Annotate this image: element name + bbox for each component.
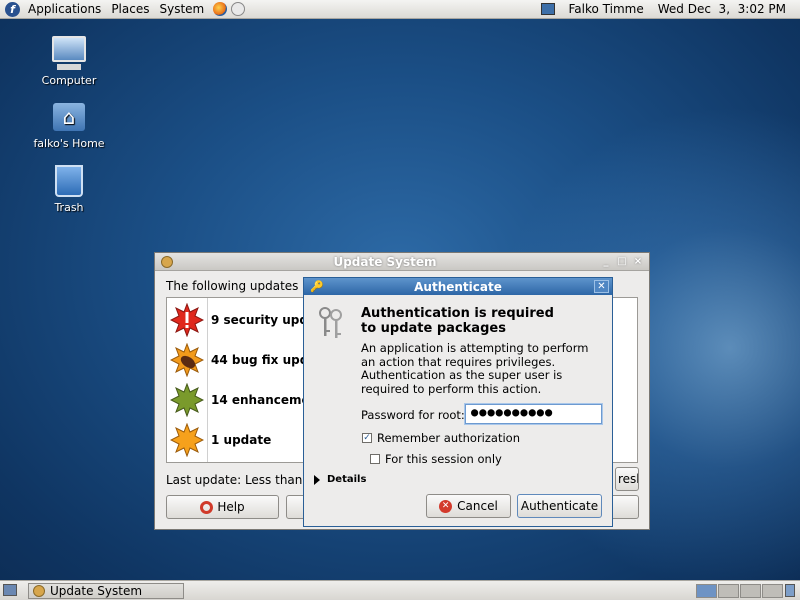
user-switcher[interactable]: Falko Timme [569, 2, 644, 16]
password-field[interactable]: ●●●●●●●●●● [465, 404, 602, 424]
password-label: Password for root: [361, 408, 465, 422]
dialog-title: Authenticate [414, 279, 502, 294]
refresh-button[interactable]: resh [615, 467, 639, 491]
update-app-icon [161, 255, 173, 268]
session-label: For this session only [385, 452, 502, 466]
details-label: Details [327, 474, 367, 485]
desktop-icon-label: Computer [41, 74, 97, 87]
workspace-2[interactable] [718, 584, 739, 598]
security-update-icon [167, 300, 207, 340]
network-monitor-icon[interactable] [540, 3, 555, 15]
auth-heading-line2: to update packages [361, 321, 506, 336]
details-expander[interactable]: Details [314, 474, 366, 485]
workspace-switcher[interactable] [696, 584, 784, 598]
desktop-icon-trash[interactable]: Trash [24, 165, 114, 214]
bottom-panel: Update System [0, 580, 800, 600]
close-icon[interactable]: × [631, 256, 645, 268]
close-icon[interactable]: ✕ [594, 280, 609, 293]
keys-icon [319, 307, 342, 338]
firefox-launcher-icon[interactable] [213, 2, 228, 16]
maximize-icon[interactable]: □ [615, 256, 629, 268]
update-label: 1 update [211, 433, 272, 447]
help-button[interactable]: Help [166, 495, 279, 519]
computer-icon [52, 36, 86, 62]
remember-authorization-checkbox[interactable]: ✓ Remember authorization [362, 431, 520, 445]
fedora-logo-icon[interactable]: f [5, 1, 20, 17]
bugfix-update-icon [167, 340, 207, 380]
minimize-icon[interactable]: _ [599, 256, 613, 268]
lifebuoy-icon [200, 500, 214, 514]
menu-system[interactable]: System [154, 2, 209, 16]
menu-places[interactable]: Places [106, 2, 154, 16]
clock[interactable]: Wed Dec 3, 3:02 PM [658, 2, 786, 16]
window-title: Update System [333, 254, 437, 269]
checkbox-checked-icon: ✓ [362, 433, 372, 443]
desktop-icon-home[interactable]: falko's Home [24, 103, 114, 150]
key-icon: 🔑 [310, 280, 324, 293]
computer-stand [57, 64, 81, 70]
authenticate-dialog: 🔑 Authenticate ✕ Authentication is requi… [303, 277, 613, 527]
last-update-text: Last update: Less than an [166, 473, 322, 487]
session-only-checkbox[interactable]: For this session only [370, 452, 502, 466]
workspace-3[interactable] [740, 584, 761, 598]
trash-icon [55, 165, 83, 197]
cancel-icon: ✕ [439, 499, 453, 513]
expander-arrow-icon [314, 474, 320, 485]
auth-description: An application is attempting to perform … [361, 341, 589, 396]
checkbox-unchecked-icon [370, 454, 380, 464]
auth-heading: Authentication is required to update pac… [361, 306, 601, 336]
updates-header: The following updates are [166, 279, 322, 293]
desktop-icon-label: Trash [54, 201, 84, 214]
auth-heading-line1: Authentication is required [361, 306, 554, 321]
cancel-button[interactable]: ✕ Cancel [426, 494, 511, 518]
workspace-1[interactable] [696, 584, 717, 598]
update-label: 9 security upda [211, 313, 317, 327]
enhancement-update-icon [167, 380, 207, 420]
update-app-icon [33, 585, 45, 597]
home-folder-icon [53, 103, 85, 131]
cancel-label: Cancel [457, 499, 498, 513]
authenticate-button[interactable]: Authenticate [517, 494, 602, 518]
top-panel: f Applications Places System Falko Timme… [0, 0, 800, 19]
help-button-label: Help [217, 500, 245, 514]
taskbar-update-system[interactable]: Update System [28, 583, 184, 599]
remember-label: Remember authorization [377, 431, 520, 445]
normal-update-icon [167, 420, 207, 460]
mail-launcher-icon[interactable] [231, 2, 246, 16]
update-window-titlebar[interactable]: Update System _ □ × [155, 253, 649, 271]
show-desktop-icon[interactable] [3, 584, 17, 596]
update-label: 44 bug fix upda [211, 353, 317, 367]
obscured-right-button[interactable] [610, 495, 639, 519]
taskbar-label: Update System [50, 584, 143, 598]
desktop-icon-computer[interactable]: Computer [24, 36, 114, 87]
auth-titlebar[interactable]: 🔑 Authenticate ✕ [304, 278, 612, 295]
workspace-4[interactable] [762, 584, 783, 598]
menu-applications[interactable]: Applications [23, 2, 106, 16]
trash-applet-icon[interactable] [785, 584, 795, 597]
desktop-icon-label: falko's Home [33, 137, 105, 150]
